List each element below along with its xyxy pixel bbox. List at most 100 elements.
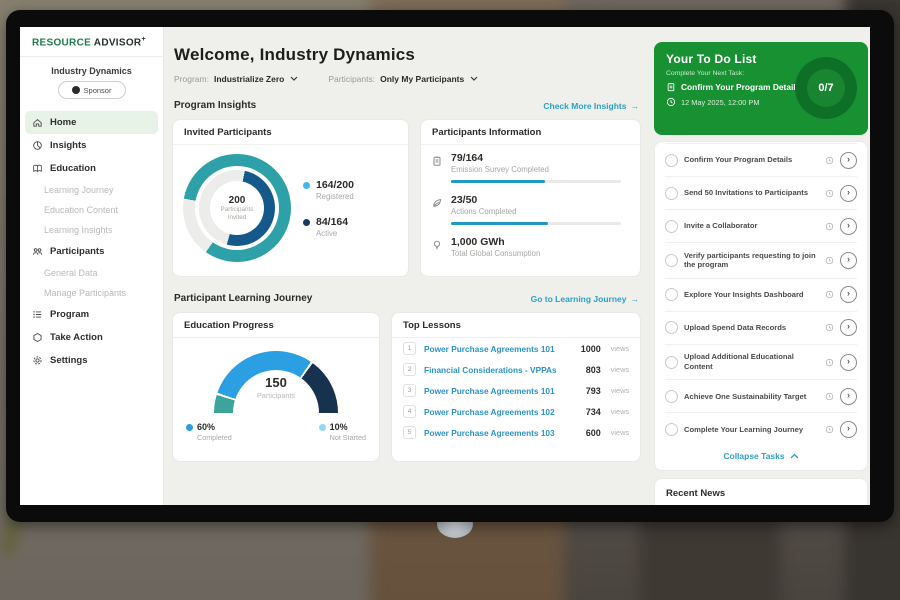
- sponsor-label: Sponsor: [84, 86, 112, 95]
- chevron-right-button[interactable]: ›: [840, 354, 857, 371]
- go-to-learning-journey-link[interactable]: Go to Learning Journey→: [531, 294, 639, 304]
- brand-primary: RESOURCE: [32, 37, 91, 48]
- chevron-right-button[interactable]: ›: [840, 218, 857, 235]
- brand-secondary: ADVISOR: [94, 37, 142, 48]
- legend-value: 84/164: [316, 216, 348, 228]
- todo-progress-ring: 0/7: [795, 57, 857, 119]
- task-checkbox[interactable]: [665, 356, 678, 369]
- sidebar-item-label: Program: [50, 309, 89, 320]
- info-row-icon: [431, 154, 443, 166]
- recent-news-card: Recent News: [654, 478, 868, 505]
- chevron-right-button[interactable]: ›: [840, 388, 857, 405]
- task-checkbox[interactable]: [665, 220, 678, 233]
- sidebar-item-label: Manage Participants: [44, 288, 126, 298]
- task-label: Send 50 Invitations to Participants: [684, 188, 819, 198]
- list-item: 4 Power Purchase Agreements 102 734 view…: [392, 401, 640, 422]
- clock-icon: [825, 392, 834, 401]
- active-donut-ring: 200 Participants Invited: [199, 170, 275, 246]
- chevron-right-button[interactable]: ›: [840, 252, 857, 269]
- sponsor-badge[interactable]: Sponsor: [58, 81, 126, 99]
- chevron-right-button[interactable]: ›: [840, 152, 857, 169]
- check-more-insights-link[interactable]: Check More Insights→: [543, 101, 639, 111]
- sidebar-item[interactable]: Take Action: [20, 326, 163, 349]
- clock-icon: [825, 256, 834, 265]
- task-label: Explore Your Insights Dashboard: [684, 290, 819, 300]
- task-checkbox[interactable]: [665, 154, 678, 167]
- task-checkbox[interactable]: [665, 390, 678, 403]
- todo-task-row[interactable]: Complete Your Learning Journey ›: [665, 412, 857, 445]
- legend-label: Not Started: [330, 433, 366, 442]
- section-title: Participant Learning Journey: [174, 293, 312, 304]
- progress-bar: [451, 222, 621, 225]
- collapse-tasks-link[interactable]: Collapse Tasks: [665, 451, 857, 461]
- chevron-right-button[interactable]: ›: [840, 185, 857, 202]
- clock-icon: [666, 97, 676, 107]
- sidebar-item[interactable]: Participants: [20, 240, 163, 263]
- sidebar-item-icon: [32, 355, 43, 366]
- chevron-right-button[interactable]: ›: [840, 286, 857, 303]
- lesson-link[interactable]: Power Purchase Agreements 102: [424, 407, 578, 417]
- filter-bar: Program: Industrialize Zero Participants…: [174, 74, 641, 84]
- program-filter[interactable]: Program: Industrialize Zero: [174, 74, 298, 84]
- todo-task-row[interactable]: Achieve One Sustainability Target ›: [665, 379, 857, 412]
- sidebar-item[interactable]: Manage Participants: [20, 283, 163, 303]
- section-title: Program Insights: [174, 100, 256, 111]
- lesson-link[interactable]: Power Purchase Agreements 101: [424, 344, 573, 354]
- sidebar-item[interactable]: Home: [25, 111, 158, 134]
- sidebar-item[interactable]: Settings: [20, 349, 163, 372]
- lesson-views: 803: [586, 365, 601, 375]
- background-dark-block: [640, 515, 780, 600]
- task-checkbox[interactable]: [665, 187, 678, 200]
- todo-task-row[interactable]: Send 50 Invitations to Participants ›: [665, 176, 857, 209]
- card-title: Invited Participants: [173, 120, 408, 145]
- lesson-link[interactable]: Power Purchase Agreements 103: [424, 428, 578, 438]
- sidebar-item[interactable]: Education Content: [20, 200, 163, 220]
- arrow-right-icon: →: [631, 101, 640, 111]
- sponsor-icon: [72, 86, 80, 94]
- task-label: Invite a Collaborator: [684, 221, 819, 231]
- todo-task-row[interactable]: Confirm Your Program Details ›: [665, 143, 857, 176]
- chevron-right-button[interactable]: ›: [840, 319, 857, 336]
- legend-dot: [303, 182, 310, 189]
- account-name: Industry Dynamics: [20, 66, 163, 76]
- task-checkbox[interactable]: [665, 288, 678, 301]
- sidebar-item[interactable]: Program: [20, 303, 163, 326]
- todo-panel: Your To Do List Complete Your Next Task:…: [652, 27, 870, 505]
- task-label: Upload Additional Educational Content: [684, 352, 819, 372]
- next-task-due: 12 May 2025, 12:00 PM: [681, 98, 759, 107]
- lesson-link[interactable]: Financial Considerations - VPPAs: [424, 365, 578, 375]
- sidebar-item[interactable]: Insights: [20, 134, 163, 157]
- sidebar-item[interactable]: Education: [20, 157, 163, 180]
- info-row-icon: [431, 196, 443, 208]
- sidebar-item[interactable]: Learning Insights: [20, 220, 163, 240]
- sidebar-item[interactable]: Learning Journey: [20, 180, 163, 200]
- task-label: Complete Your Learning Journey: [684, 425, 819, 435]
- program-filter-value: Industrialize Zero: [214, 74, 284, 84]
- task-label: Upload Spend Data Records: [684, 323, 819, 333]
- task-checkbox[interactable]: [665, 254, 678, 267]
- clock-icon: [825, 323, 834, 332]
- insights-card-row: Invited Participants 200 Participants In…: [172, 119, 641, 277]
- views-label: views: [611, 386, 629, 395]
- legend-dot: [186, 424, 193, 431]
- task-checkbox[interactable]: [665, 423, 678, 436]
- chevron-right-button[interactable]: ›: [840, 421, 857, 438]
- card-title: Top Lessons: [392, 313, 640, 338]
- donut-center: 200 Participants Invited: [210, 181, 264, 235]
- sidebar-item[interactable]: General Data: [20, 263, 163, 283]
- todo-task-row[interactable]: Upload Spend Data Records ›: [665, 311, 857, 344]
- donut-gap: 200 Participants Invited: [195, 166, 279, 250]
- clipboard-icon: [666, 82, 676, 92]
- todo-task-row[interactable]: Explore Your Insights Dashboard ›: [665, 278, 857, 311]
- todo-task-row[interactable]: Invite a Collaborator ›: [665, 209, 857, 242]
- info-value: 79/164: [451, 152, 621, 164]
- info-value: 1,000 GWh: [451, 236, 540, 248]
- info-row: 79/164 Emission Survey Completed: [421, 145, 640, 187]
- todo-task-row[interactable]: Upload Additional Educational Content ›: [665, 344, 857, 380]
- task-checkbox[interactable]: [665, 321, 678, 334]
- lesson-link[interactable]: Power Purchase Agreements 101: [424, 386, 578, 396]
- participants-filter[interactable]: Participants: Only My Participants: [328, 74, 478, 84]
- program-filter-label: Program:: [174, 74, 209, 84]
- info-row-icon: [431, 238, 443, 250]
- todo-task-row[interactable]: Verify participants requesting to join t…: [665, 242, 857, 278]
